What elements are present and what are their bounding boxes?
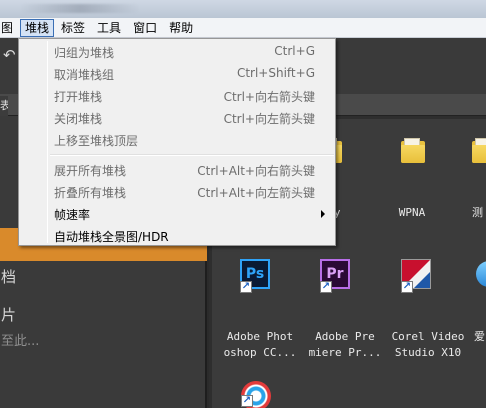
stack-dropdown-menu: 归组为堆栈 Ctrl+G 取消堆栈组 Ctrl+Shift+G 打开堆栈 Ctr… xyxy=(18,38,336,246)
menu-label[interactable]: 标签 xyxy=(56,19,90,37)
menu-item-shortcut: Ctrl+向左箭头键 xyxy=(223,112,315,126)
menu-item-open-stack[interactable]: 打开堆栈 Ctrl+向右箭头键 xyxy=(21,85,333,107)
menu-item-label: 取消堆栈组 xyxy=(54,68,115,82)
menu-tools[interactable]: 工具 xyxy=(92,19,126,37)
menu-item-ungroup-stack[interactable]: 取消堆栈组 Ctrl+Shift+G xyxy=(21,63,333,85)
tile-caption: Corel Video Studio X10 xyxy=(391,330,465,359)
menu-item-shortcut: Ctrl+G xyxy=(274,44,315,58)
tile-caption: Adobe Phot oshop CC... xyxy=(223,330,297,359)
panel-item-documents[interactable]: 档 xyxy=(1,266,16,287)
tile-caption: 测 xyxy=(472,206,483,219)
tile-caption: Adobe Pre miere Pr... xyxy=(308,330,382,359)
menu-item-shortcut: Ctrl+向右箭头键 xyxy=(223,90,315,104)
folder-icon xyxy=(472,137,486,163)
menu-item-shortcut: Ctrl+Shift+G xyxy=(236,66,315,80)
blurred-title-text xyxy=(20,4,140,13)
menu-item-label: 折叠所有堆栈 xyxy=(54,186,127,200)
menu-bar: 图 堆栈 标签 工具 窗口 帮助 xyxy=(0,18,486,38)
shortcut-arrow-icon: ↗ xyxy=(320,281,332,293)
tile-caption: WPNA xyxy=(398,206,426,219)
menu-item-frame-rate[interactable]: 帧速率 xyxy=(21,203,333,225)
menu-item-shortcut: Ctrl+Alt+向右箭头键 xyxy=(197,164,315,178)
menu-item-label: 关闭堆栈 xyxy=(54,112,103,126)
menu-item-shortcut: Ctrl+Alt+向左箭头键 xyxy=(197,186,315,200)
menu-item-label: 展开所有堆栈 xyxy=(54,164,127,178)
back-arrow-icon[interactable]: ↶ xyxy=(3,46,16,64)
cloud-app-icon xyxy=(476,261,486,287)
folder-icon xyxy=(401,137,425,163)
menu-item-label: 帧速率 xyxy=(54,208,91,222)
shortcut-arrow-icon: ↗ xyxy=(401,281,413,293)
shortcut-arrow-icon: ↗ xyxy=(241,395,253,407)
menu-separator xyxy=(50,154,334,156)
menu-item-label: 自动堆栈全景图/HDR xyxy=(54,230,169,244)
menu-view-partial[interactable]: 图 xyxy=(0,19,18,37)
menu-window[interactable]: 窗口 xyxy=(128,19,162,37)
menu-item-close-stack[interactable]: 关闭堆栈 Ctrl+向左箭头键 xyxy=(21,107,333,129)
menu-item-auto-stack-panorama-hdr[interactable]: 自动堆栈全景图/HDR xyxy=(21,225,333,247)
menu-item-collapse-all[interactable]: 折叠所有堆栈 Ctrl+Alt+向左箭头键 xyxy=(21,181,333,203)
menu-item-group-as-stack[interactable]: 归组为堆栈 Ctrl+G xyxy=(21,41,333,63)
menu-item-expand-all[interactable]: 展开所有堆栈 Ctrl+Alt+向右箭头键 xyxy=(21,159,333,181)
menu-help[interactable]: 帮助 xyxy=(164,19,198,37)
menu-item-label: 上移至堆栈顶层 xyxy=(54,134,139,148)
menu-stack[interactable]: 堆栈 xyxy=(20,18,55,37)
submenu-arrow-icon xyxy=(321,210,325,218)
menu-item-label: 打开堆栈 xyxy=(54,90,103,104)
shortcut-arrow-icon: ↗ xyxy=(240,281,252,293)
panel-item-photos[interactable]: 片 xyxy=(1,304,16,325)
window-title-bar xyxy=(0,0,486,18)
tile-caption: 爱 xyxy=(474,330,485,343)
panel-item-drop-hint: 至此... xyxy=(1,334,40,349)
menu-item-label: 归组为堆栈 xyxy=(54,46,115,60)
panel-tab[interactable]: 表 xyxy=(0,96,8,116)
menu-item-move-to-top[interactable]: 上移至堆栈顶层 xyxy=(21,129,333,151)
